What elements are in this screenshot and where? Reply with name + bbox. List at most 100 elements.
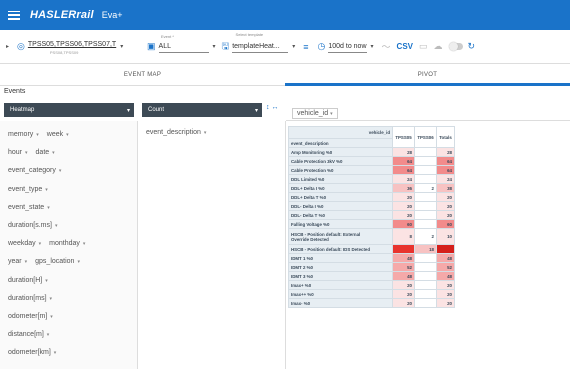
- table-row: IDMT 3 %0 48 48: [288, 271, 455, 281]
- field-pill[interactable]: event_type ▾: [8, 186, 48, 193]
- total-cell: 28: [436, 147, 455, 157]
- chart-icon[interactable]: 〜: [382, 40, 391, 53]
- field-pill[interactable]: monthday ▾: [49, 240, 85, 247]
- field-pill-label: event_category: [8, 167, 56, 175]
- value-cell: 36: [392, 183, 415, 193]
- event-select[interactable]: Event * ▣ ALL ▾: [147, 34, 216, 53]
- row-label: Falling Voltage %0: [288, 219, 393, 229]
- table-row: HSCB - Position default: IDS Detected 18: [288, 244, 455, 254]
- column-field-pill[interactable]: vehicle_id ▾: [292, 108, 338, 119]
- table-row: Amp Monitoring %0 28 28: [288, 147, 455, 157]
- total-cell: 52: [436, 262, 455, 272]
- value-cell: 64: [392, 156, 415, 166]
- field-pill[interactable]: event_category ▾: [8, 167, 61, 174]
- field-pill[interactable]: distance[m] ▾: [8, 331, 49, 338]
- expand-icon[interactable]: ▸: [6, 43, 9, 50]
- field-pill[interactable]: gps_location ▾: [35, 258, 80, 265]
- csv-button[interactable]: CSV: [397, 42, 413, 51]
- field-pill-label: year: [8, 258, 22, 266]
- swap-arrows-icon[interactable]: ↕ ↔: [266, 104, 278, 111]
- total-cell: 20: [436, 210, 455, 220]
- total-cell: 60: [436, 219, 455, 229]
- table-row: IDMT 2 %0 52 52: [288, 262, 455, 272]
- field-pill[interactable]: duration[H] ▾: [8, 277, 48, 284]
- tab-pivot-label: PIVOT: [417, 71, 438, 78]
- cloud-icon[interactable]: ☁: [434, 41, 443, 52]
- field-pill[interactable]: odometer[m] ▾: [8, 313, 53, 320]
- field-pill[interactable]: weekday ▾: [8, 240, 41, 247]
- template-select[interactable]: Select template 🖫 templateHeat... ▾: [221, 32, 295, 55]
- chevron-down-icon: ▾: [50, 314, 53, 320]
- field-row: weekday ▾ monthday ▾: [8, 240, 85, 247]
- field-pill-label: date: [35, 149, 50, 157]
- value-cell: 20: [392, 289, 415, 299]
- row-label: Cable Protection 3kV %0: [288, 156, 393, 166]
- monitor-icon[interactable]: ▭: [419, 41, 428, 52]
- total-cell: 10: [436, 228, 455, 245]
- total-cell: 64: [436, 156, 455, 166]
- value-cell: [414, 280, 437, 290]
- toggle-switch[interactable]: [448, 42, 463, 51]
- refresh-icon[interactable]: ↻: [468, 41, 476, 52]
- row-field-pill[interactable]: event_description ▾: [146, 129, 206, 136]
- field-row: memory ▾ week ▾: [8, 131, 69, 138]
- row-fields-area: event_description ▾: [138, 121, 286, 369]
- value-cell: 60: [392, 219, 415, 229]
- field-row: duration[ms] ▾: [8, 295, 52, 302]
- tab-pivot[interactable]: PIVOT: [285, 64, 570, 86]
- field-pill[interactable]: hour ▾: [8, 149, 28, 156]
- field-pill[interactable]: year ▾: [8, 258, 27, 265]
- field-pill[interactable]: week ▾: [47, 131, 69, 138]
- tab-event-map[interactable]: EVENT MAP: [0, 64, 285, 85]
- calendar-icon: ▣: [147, 41, 156, 51]
- value-cell: 20: [392, 280, 415, 290]
- chevron-down-icon: ▾: [25, 150, 28, 157]
- field-pill[interactable]: odometer[km] ▾: [8, 349, 56, 356]
- field-pill-label: duration[s.ms]: [8, 222, 52, 229]
- chevron-down-icon: ▾: [45, 277, 48, 284]
- pivot-table: vehicle_id TPSS05 TPSS06 Totals event_descri…: [288, 126, 455, 308]
- field-pill[interactable]: date ▾: [36, 149, 55, 156]
- target-icon: ◎: [17, 41, 25, 51]
- field-pill-label: monthday: [49, 240, 80, 248]
- value-cell: 64: [392, 165, 415, 175]
- field-pill-label: week: [46, 131, 64, 138]
- section-title: Events: [4, 88, 26, 95]
- total-cell: 20: [436, 280, 455, 290]
- vehicle-select[interactable]: ◎ TPSS05,TPSS06,TPSS07,T PSS08,TPSS09 ▾: [17, 38, 141, 56]
- menu-icon[interactable]: [8, 10, 20, 20]
- value-cell: 24: [392, 174, 415, 184]
- chevron-down-icon: ▾: [126, 107, 130, 114]
- app-name: Eva+: [101, 10, 123, 20]
- value-cell: [414, 289, 437, 299]
- value-cell: 48: [392, 253, 415, 263]
- value-cell: 28: [392, 147, 415, 157]
- table-row: Falling Voltage %0 60 60: [288, 219, 455, 229]
- chevron-down-icon: ▾: [254, 107, 258, 114]
- column-header: TPSS06: [414, 126, 437, 148]
- field-row: year ▾ gps_location ▾: [8, 258, 80, 265]
- total-cell: 20: [436, 289, 455, 299]
- total-cell: 24: [436, 174, 455, 184]
- field-pill[interactable]: duration[ms] ▾: [8, 295, 52, 302]
- chevron-down-icon: ▾: [66, 132, 69, 138]
- brand-logo: HASLERrail: [30, 9, 94, 21]
- field-pill[interactable]: duration[s.ms] ▾: [8, 222, 57, 229]
- value-cell: [414, 192, 437, 202]
- list-icon[interactable]: ≡: [303, 42, 308, 52]
- view-tabs: EVENT MAP PIVOT: [0, 64, 570, 86]
- table-row: IDMT 1 %0 48 48: [288, 253, 455, 263]
- row-label: HSCB - Position default: IDS Detected: [288, 244, 393, 254]
- field-pill[interactable]: memory ▾: [8, 131, 39, 138]
- renderer-select[interactable]: Heatmap ▾: [4, 103, 134, 117]
- chevron-down-icon: ▾: [24, 259, 28, 266]
- field-pill[interactable]: event_state ▾: [8, 204, 50, 211]
- field-row: event_category ▾: [8, 167, 61, 174]
- time-range-select[interactable]: ◷ 100d to now ▾: [318, 41, 374, 53]
- chevron-down-icon: ▾: [58, 168, 62, 175]
- field-row: event_type ▾: [8, 186, 48, 193]
- aggregator-select[interactable]: Count ▾: [142, 103, 262, 117]
- value-cell: [414, 156, 437, 166]
- column-fields-area: vehicle_id ▾: [286, 100, 570, 121]
- save-icon: 🖫: [221, 40, 230, 51]
